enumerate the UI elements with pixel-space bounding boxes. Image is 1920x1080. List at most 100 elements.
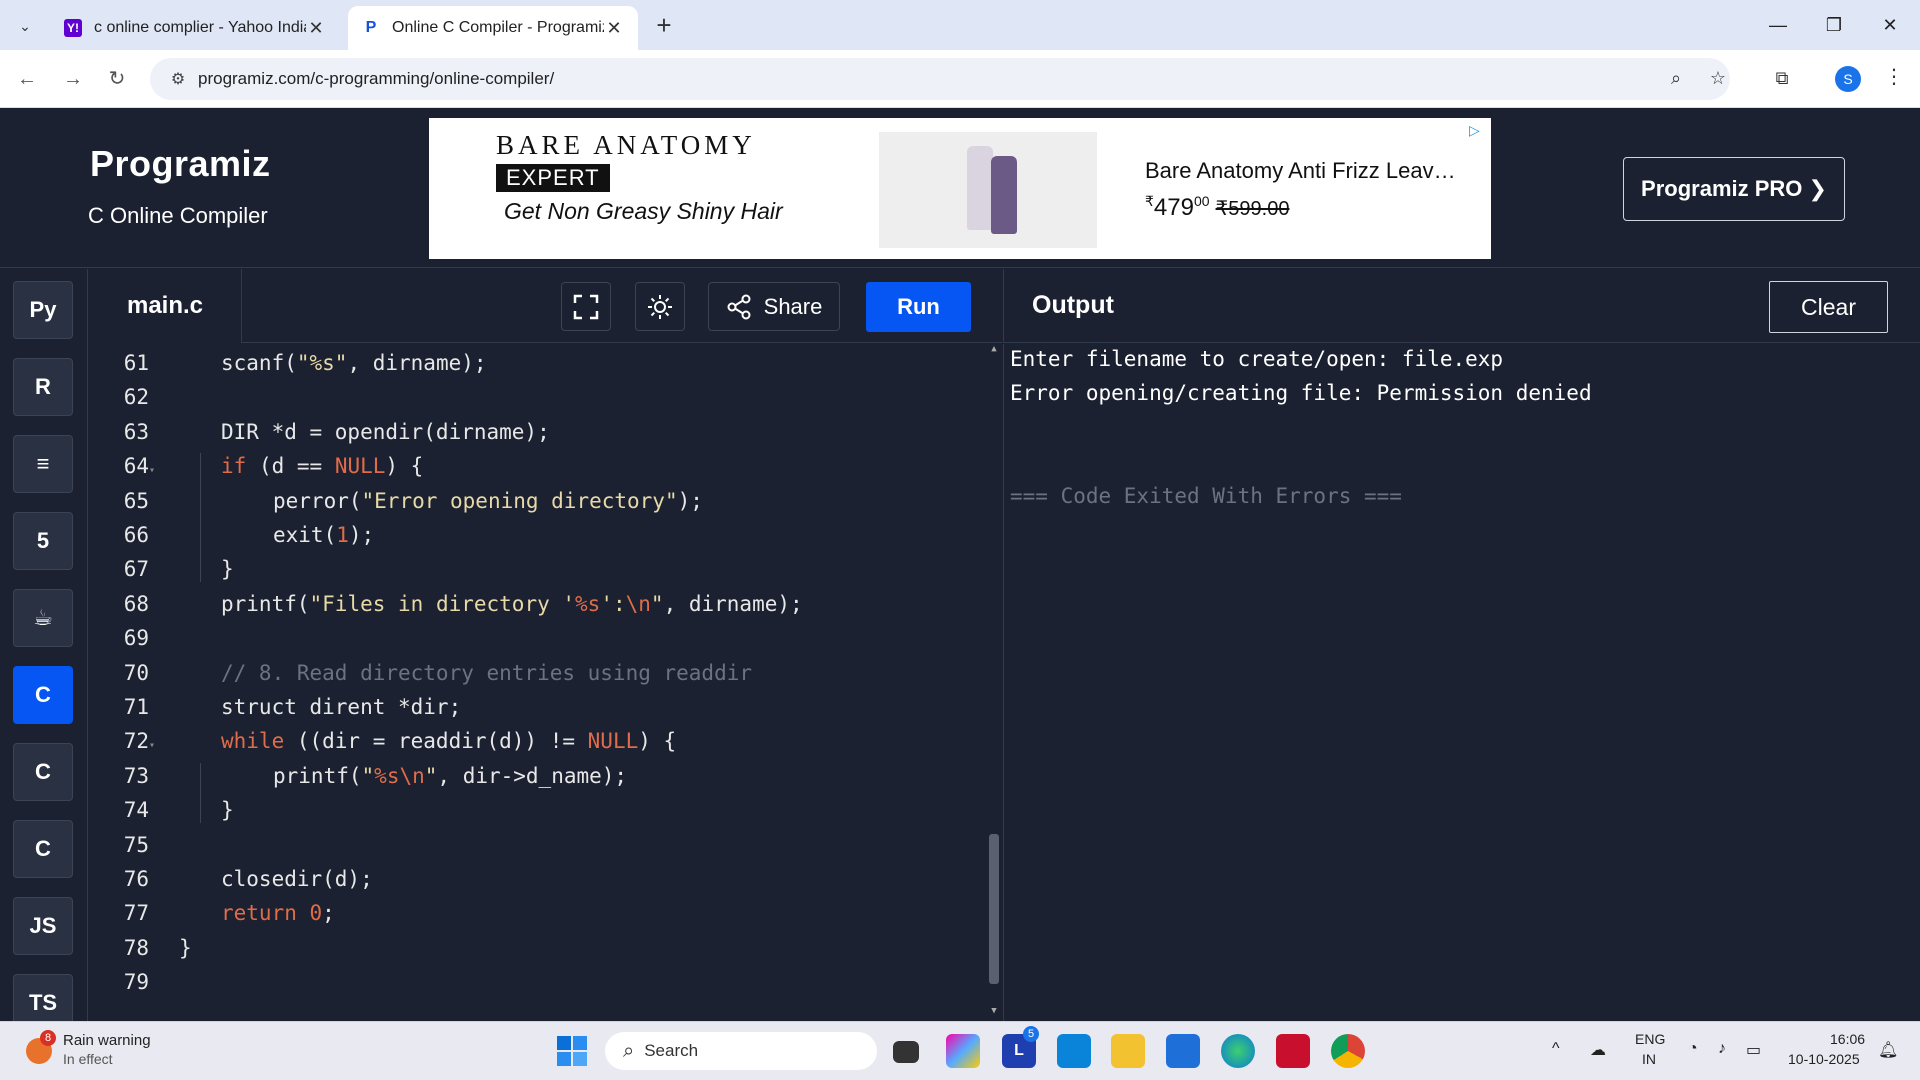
extensions-icon[interactable]: ⧉ [1770,68,1794,92]
js-icon[interactable]: JS [13,897,73,955]
code-text: scanf("%s", dirname); [221,351,487,375]
code-line: 78} [89,931,989,965]
programiz-logo[interactable]: Programiz [90,143,271,185]
code-text: perror("Error opening directory"); [273,488,703,513]
tab-yahoo[interactable]: Y! c online complier - Yahoo India ✕ [50,6,340,50]
output-line: Enter filename to create/open: file.exp [1010,347,1504,371]
sun-icon [648,294,672,319]
site-info-icon[interactable]: ⚙ [158,69,198,89]
browser-menu-icon[interactable]: ⋮ [1884,62,1904,92]
html5-icon[interactable]: 5 [13,512,73,570]
programiz-pro-button[interactable]: Programiz PRO ❯ [1623,157,1845,221]
clear-button[interactable]: Clear [1769,281,1888,333]
wifi-icon[interactable]: ◔ [1688,1040,1698,1058]
share-label: Share [763,293,823,319]
code-text: } [221,798,234,823]
file-tab-main-c[interactable]: main.c [89,269,242,343]
task-view-icon[interactable] [893,1041,919,1063]
tab-programiz[interactable]: P Online C Compiler - Programiz ✕ [348,6,638,50]
code-line: 76 closedir(d); [89,862,989,896]
output-console[interactable]: Enter filename to create/open: file.exp … [1003,344,1920,1021]
scroll-up-icon[interactable]: ▲ [989,344,999,354]
fullscreen-button[interactable] [561,282,611,331]
tab-title: c online complier - Yahoo India [94,19,306,36]
line-number: 61 [123,351,149,375]
address-bar[interactable]: ⚙ programiz.com/c-programming/online-com… [150,58,1730,100]
zoom-icon[interactable]: ⌕ [1664,68,1688,92]
bookmark-star-icon[interactable]: ☆ [1706,68,1730,92]
output-title: Output [1032,291,1114,319]
code-line: 79 [89,965,989,999]
microsoft-store-icon[interactable] [1166,1034,1200,1068]
tab-search-chevron-icon[interactable]: ⌄ [10,11,40,41]
clock-date: 10-10-2025 [1788,1051,1860,1067]
ts-icon[interactable]: TS [13,974,73,1021]
bottle-image [967,146,993,230]
run-button[interactable]: Run [866,282,971,332]
ad-choices-icon[interactable]: ▷ [1469,122,1485,138]
line-number: 69 [123,626,149,651]
code-text: printf("Files in directory '%s':\n", dir… [221,591,803,616]
notification-bell-icon[interactable]: 🔔︎ [1878,1040,1898,1060]
weather-badge: 8 [40,1030,56,1046]
line-number: 79 [123,970,149,995]
java-icon[interactable]: ☕ [13,589,73,647]
restore-icon[interactable]: ❐ [1814,10,1854,40]
close-window-icon[interactable]: ✕ [1870,10,1910,40]
language-indicator[interactable]: ENG [1635,1031,1665,1047]
python-icon[interactable]: Py [13,281,73,339]
line-number: 64 [123,454,149,479]
old-price: ₹599.00 [1215,198,1290,220]
minimize-icon[interactable]: — [1758,10,1798,40]
line-number: 67 [123,557,149,582]
tray-overflow-icon[interactable]: ^ [1552,1040,1560,1058]
line-number: 71 [123,695,149,719]
site-header: Programiz C Online Compiler BARE ANATOMY… [0,108,1920,268]
language-region: IN [1642,1051,1656,1067]
close-tab-icon[interactable]: ✕ [604,18,624,39]
back-arrow-icon[interactable]: ← [12,64,42,94]
code-line: 68 printf("Files in directory '%s':\n", d… [89,587,989,621]
new-tab-plus-icon[interactable]: + [650,12,678,40]
code-line: 72▾ while ((dir = readdir(d)) != NULL) { [89,724,989,758]
volume-icon[interactable]: ♪ [1718,1040,1726,1058]
battery-icon[interactable]: ▭ [1746,1040,1761,1060]
clock-time[interactable]: 16:06 [1830,1031,1865,1047]
cortana-icon[interactable] [1057,1034,1091,1068]
line-number: 77 [123,901,149,926]
file-explorer-icon[interactable] [1111,1034,1145,1068]
taskbar-search[interactable]: ⌕ Search [605,1032,877,1070]
onedrive-icon[interactable]: ☁ [1590,1040,1606,1060]
search-icon: ⌕ [623,1039,635,1062]
ad-price: ₹47900 ₹599.00 [1145,193,1289,222]
code-text: closedir(d); [221,867,373,891]
share-button[interactable]: Share [708,282,840,331]
ad-banner[interactable]: BARE ANATOMY EXPERT Get Non Greasy Shiny… [429,118,1491,259]
r-icon[interactable]: R [13,358,73,416]
editor-header: main.c Share Run [89,269,1002,343]
csharp-icon[interactable]: C [13,820,73,878]
code-text: } [179,935,192,960]
edge-icon[interactable] [1221,1034,1255,1068]
url-text: programiz.com/c-programming/online-compi… [198,69,555,88]
mcafee-icon[interactable] [1276,1034,1310,1068]
profile-avatar[interactable]: S [1835,66,1861,92]
forward-arrow-icon[interactable]: → [58,64,88,94]
editor-scrollbar[interactable] [989,834,999,984]
weather-subtitle: In effect [63,1051,113,1067]
theme-toggle-button[interactable] [635,282,685,331]
c-icon[interactable]: C [13,666,73,724]
sql-icon[interactable]: ≡ [13,435,73,493]
indent-guide [200,453,201,583]
chrome-icon[interactable] [1331,1034,1365,1068]
windows-start-icon[interactable] [556,1035,590,1069]
reload-icon[interactable]: ↻ [102,64,132,94]
weather-title[interactable]: Rain warning [63,1032,151,1049]
cpp-icon[interactable]: C [13,743,73,801]
code-line: 73 printf("%s\n", dir->d_name); [89,759,989,793]
close-tab-icon[interactable]: ✕ [306,18,326,39]
copilot-icon[interactable] [946,1034,980,1068]
fullscreen-icon [573,294,599,319]
code-editor[interactable]: ▲ ▼ 61 scanf("%s", dirname); 62 63 DIR *d = … [89,344,1002,1021]
scroll-down-icon[interactable]: ▼ [989,1006,999,1016]
